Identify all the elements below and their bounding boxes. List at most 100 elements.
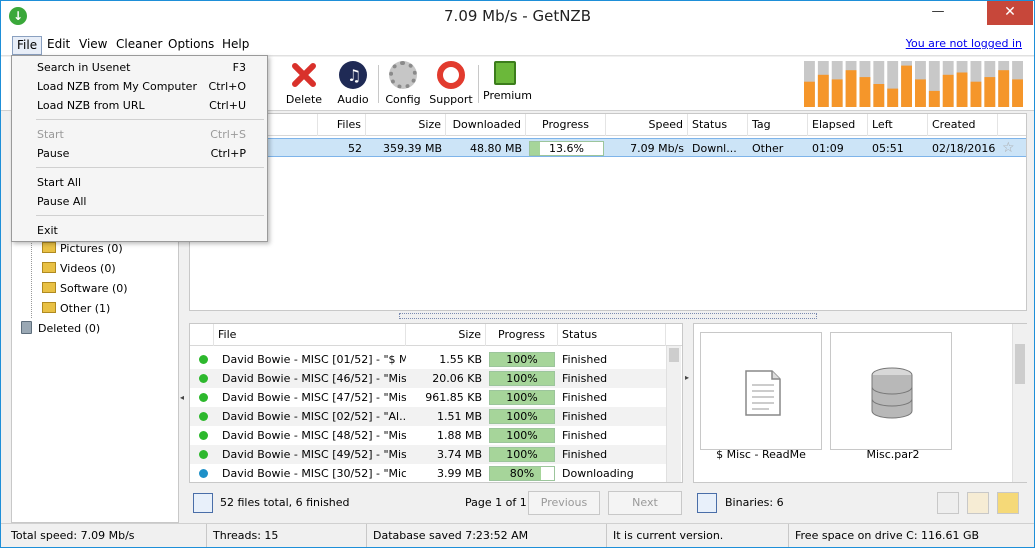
col-downloaded[interactable]: Downloaded [446, 114, 526, 136]
support-button[interactable]: Support [429, 61, 473, 109]
file-menu-dropdown: Search in Usenet F3 Load NZB from My Comp… [11, 55, 268, 242]
file-progress-text: 100% [506, 410, 538, 423]
files-scroll-thumb[interactable] [669, 348, 679, 362]
menu-cleaner[interactable]: Cleaner [112, 36, 166, 55]
file-row[interactable]: David Bowie - MISC [49/52] - "Mis... 3.74… [190, 445, 666, 464]
preview-item-par2[interactable] [830, 332, 952, 450]
file-progress-text: 100% [506, 372, 538, 385]
col-status[interactable]: Status [688, 114, 748, 136]
details-view-icon[interactable] [937, 492, 959, 514]
col-created[interactable]: Created [928, 114, 998, 136]
minimize-button[interactable]: — [923, 1, 953, 25]
menu-options[interactable]: Options [164, 36, 218, 55]
gear-icon [389, 61, 417, 89]
col-file[interactable]: File [214, 324, 406, 346]
file-row[interactable]: David Bowie - MISC [46/52] - "Mis... 20.0… [190, 369, 666, 388]
col-files[interactable]: Files [318, 114, 366, 136]
horizontal-splitter[interactable] [189, 311, 1027, 321]
menu-start-all[interactable]: Start All [13, 173, 266, 192]
preview-item-readme[interactable] [700, 332, 822, 450]
menu-exit[interactable]: Exit [13, 221, 266, 240]
tree-item-label: Deleted (0) [38, 322, 101, 335]
speed-graph-bar [859, 77, 871, 107]
next-button[interactable]: Next [608, 491, 682, 515]
file-row[interactable]: David Bowie - MISC [30/52] - "Mic... 3.99… [190, 464, 666, 482]
file-progress-bar: 100% [489, 371, 555, 386]
menu-search-usenet[interactable]: Search in Usenet F3 [13, 58, 266, 77]
tree-item-deleted[interactable]: Deleted (0) [21, 320, 100, 338]
menu-load-nzb-computer[interactable]: Load NZB from My Computer Ctrl+O [13, 77, 266, 96]
audio-button[interactable]: ♫ Audio [335, 61, 371, 109]
col-tag[interactable]: Tag [748, 114, 808, 136]
tree-item-videos[interactable]: Videos (0) [42, 260, 116, 278]
list-view-icon[interactable] [193, 493, 213, 513]
menu-view[interactable]: View [75, 36, 111, 55]
login-link[interactable]: You are not logged in [906, 37, 1022, 50]
binaries-grid-icon[interactable] [697, 493, 717, 513]
preview-scrollbar[interactable] [1012, 324, 1027, 482]
files-scrollbar[interactable] [666, 346, 681, 482]
col-file-progress[interactable]: Progress [486, 324, 558, 346]
col-progress[interactable]: Progress [526, 114, 606, 136]
preview-splitter[interactable]: ▸ [684, 323, 692, 483]
download-row[interactable]: vie - ... 52 359.39 MB 48.80 MB 13.6% 7.… [190, 138, 1026, 157]
status-total-speed: Total speed: 7.09 Mb/s [5, 524, 207, 547]
menu-pause[interactable]: Pause Ctrl+P [13, 144, 266, 163]
menu-item-label: Start All [37, 176, 82, 189]
tree-item-label: Other (1) [60, 302, 111, 315]
text-file-icon [745, 370, 781, 416]
folder-icon [42, 302, 56, 313]
menu-edit[interactable]: Edit [43, 36, 74, 55]
download-tag: Other [752, 142, 784, 155]
file-size: 3.99 MB [436, 467, 482, 480]
col-elapsed[interactable]: Elapsed [808, 114, 868, 136]
tree-line [31, 234, 32, 318]
file-progress-text: 100% [506, 353, 538, 366]
open-folder-icon[interactable] [997, 492, 1019, 514]
file-size: 3.74 MB [436, 448, 482, 461]
file-row[interactable]: David Bowie - MISC [47/52] - "Mis... 961.… [190, 388, 666, 407]
menu-item-label: Load NZB from My Computer [37, 80, 197, 93]
file-name: David Bowie - MISC [30/52] - "Mic... [222, 467, 406, 480]
preview-scroll-thumb[interactable] [1015, 344, 1025, 384]
delete-button[interactable]: Delete [283, 61, 325, 109]
premium-button[interactable]: Premium [483, 61, 532, 109]
menu-item-label: Pause [37, 147, 70, 160]
file-status: Finished [562, 429, 608, 442]
menu-help[interactable]: Help [218, 36, 253, 55]
delete-x-icon [290, 61, 318, 89]
col-size[interactable]: Size [366, 114, 446, 136]
file-row[interactable]: David Bowie - MISC [02/52] - "Al... 1.51 … [190, 407, 666, 426]
audio-label: Audio [337, 93, 369, 106]
speed-graph [804, 61, 1023, 107]
col-file-status[interactable]: Status [558, 324, 666, 346]
previous-button[interactable]: Previous [528, 491, 600, 515]
star-icon[interactable]: ☆ [998, 139, 1024, 158]
thumbnail-view-icon[interactable] [967, 492, 989, 514]
download-created: 02/18/2016 [932, 142, 996, 155]
folder-icon [42, 282, 56, 293]
col-left[interactable]: Left [868, 114, 928, 136]
tree-item-pictures[interactable]: Pictures (0) [42, 240, 123, 258]
tree-item-software[interactable]: Software (0) [42, 280, 128, 298]
config-button[interactable]: Config [383, 61, 423, 109]
col-speed[interactable]: Speed [606, 114, 688, 136]
menu-file[interactable]: File [12, 36, 43, 55]
status-dot-icon [199, 393, 208, 402]
speed-graph-bar [998, 70, 1010, 107]
menu-pause-all[interactable]: Pause All [13, 192, 266, 211]
menu-load-nzb-url[interactable]: Load NZB from URL Ctrl+U [13, 96, 266, 115]
file-size: 961.85 KB [425, 391, 482, 404]
file-row[interactable]: David Bowie - MISC [48/52] - "Mis... 1.88… [190, 426, 666, 445]
splitter-arrow-icon: ◂ [180, 393, 185, 402]
downloads-header: Files Size Downloaded Progress Speed Sta… [190, 114, 1026, 136]
file-row[interactable]: David Bowie - MISC [01/52] - "$ M... 1.55… [190, 350, 666, 369]
svg-text:♫: ♫ [347, 66, 361, 85]
close-button[interactable]: ✕ [987, 1, 1033, 25]
files-grid: File Size Progress Status David Bowie - … [189, 323, 683, 483]
col-file-size[interactable]: Size [406, 324, 486, 346]
menu-separator [36, 167, 264, 168]
tree-item-other[interactable]: Other (1) [42, 300, 110, 318]
file-name: David Bowie - MISC [49/52] - "Mis... [222, 448, 406, 461]
support-label: Support [429, 93, 473, 106]
